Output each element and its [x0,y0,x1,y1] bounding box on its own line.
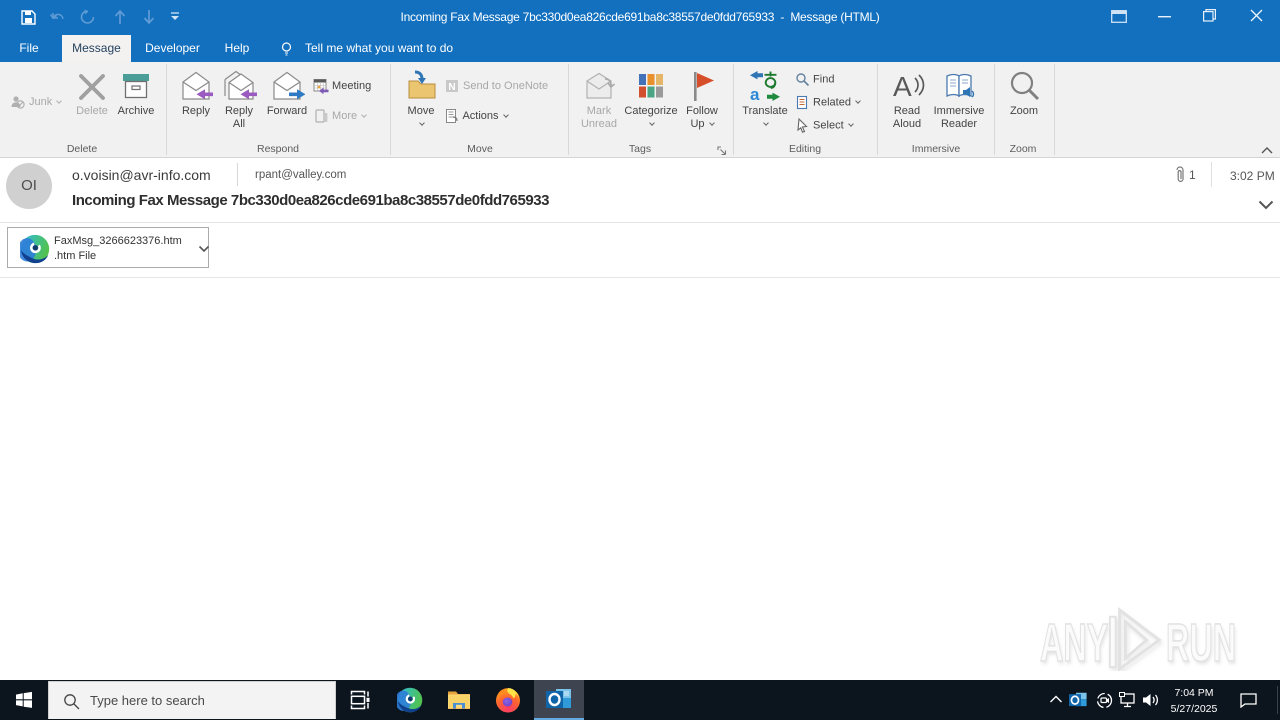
svg-text:N: N [448,82,455,93]
svg-text:A: A [893,71,912,102]
svg-text:a: a [750,85,760,102]
